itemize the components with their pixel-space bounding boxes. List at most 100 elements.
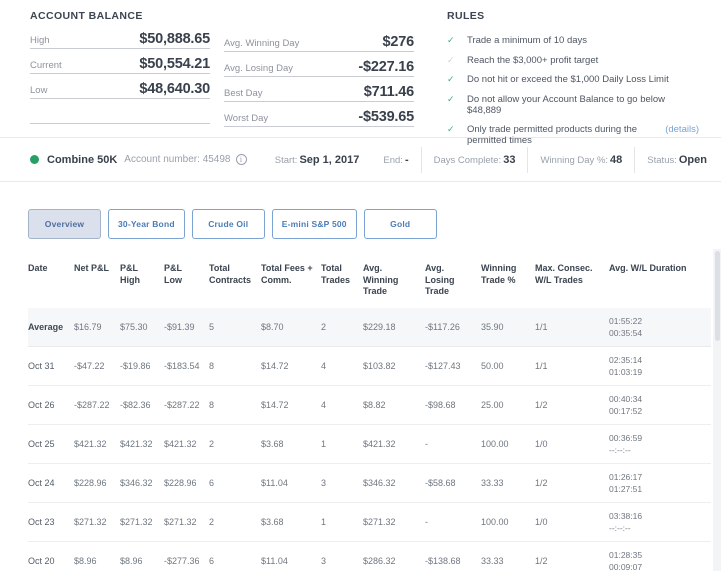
rule-text: Do not hit or exceed the $1,000 Daily Lo… xyxy=(467,74,669,85)
cell-pnl_high: $271.32 xyxy=(120,517,164,527)
scrollbar-thumb[interactable] xyxy=(715,251,720,341)
cell-pnl_high: -$82.36 xyxy=(120,400,164,410)
cell-pnl_high: $346.32 xyxy=(120,478,164,488)
account-number: Account number: 45498 xyxy=(124,154,230,165)
cell-win_pct: 50.00 xyxy=(481,361,535,371)
account-number-value: 45498 xyxy=(203,154,231,165)
table-body: Average$16.79$75.30-$91.395$8.702$229.18… xyxy=(28,308,711,571)
cell-contracts: 6 xyxy=(209,556,261,566)
cell-contracts: 5 xyxy=(209,322,261,332)
duration-win: 00:36:59 xyxy=(609,432,695,444)
bar-stat: Winning Day %:48 xyxy=(540,154,622,166)
column-header: Date xyxy=(28,263,74,298)
checkmark-icon: ✓ xyxy=(447,94,467,105)
cell-win_pct: 100.00 xyxy=(481,517,535,527)
tab-overview[interactable]: Overview xyxy=(28,209,101,239)
cell-avg_win: $421.32 xyxy=(363,439,425,449)
cell-pnl_high: -$19.86 xyxy=(120,361,164,371)
tab-gold[interactable]: Gold xyxy=(364,209,437,239)
cell-trades: 3 xyxy=(321,556,363,566)
stat-value: $711.46 xyxy=(364,84,414,100)
info-icon[interactable]: i xyxy=(236,154,247,165)
stat-value: $48,640.30 xyxy=(139,81,210,97)
cell-pnl_low: $271.32 xyxy=(164,517,209,527)
tab-30-year-bond[interactable]: 30-Year Bond xyxy=(108,209,185,239)
cell-avg_loss: -$127.43 xyxy=(425,361,481,371)
cell-fees: $11.04 xyxy=(261,478,321,488)
column-header: Avg. Losing Trade xyxy=(425,263,481,298)
account-status-dot xyxy=(30,155,39,164)
duration-win: 00:40:34 xyxy=(609,393,695,405)
balance-stat-row: Current$50,554.21 xyxy=(30,49,210,74)
column-header: P&L High xyxy=(120,263,164,298)
column-header: Avg. Winning Trade xyxy=(363,263,425,298)
cell-duration: 03:38:16--:--:-- xyxy=(609,510,703,535)
cell-avg_win: $103.82 xyxy=(363,361,425,371)
details-link[interactable]: (details) xyxy=(665,124,699,135)
cell-date: Oct 20 xyxy=(28,556,74,566)
duration-win: 01:55:22 xyxy=(609,315,695,327)
scrollbar-track[interactable] xyxy=(713,249,721,571)
cell-net_pnl: $228.96 xyxy=(74,478,120,488)
duration-loss: 01:03:19 xyxy=(609,366,695,378)
checkmark-icon: ✓ xyxy=(447,55,467,66)
cell-trades: 1 xyxy=(321,439,363,449)
cell-fees: $8.70 xyxy=(261,322,321,332)
cell-date: Average xyxy=(28,322,74,332)
cell-avg_win: $8.82 xyxy=(363,400,425,410)
cell-avg_loss: -$58.68 xyxy=(425,478,481,488)
daily-stats-table: DateNet P&LP&L HighP&L LowTotal Contract… xyxy=(28,251,711,571)
duration-loss: 00:35:54 xyxy=(609,327,695,339)
rule-text: Do not allow your Account Balance to go … xyxy=(467,94,699,116)
bar-stat: Days Complete:33 xyxy=(434,154,516,166)
column-header: P&L Low xyxy=(164,263,209,298)
rule-item: ✓Trade a minimum of 10 days xyxy=(447,35,699,46)
cell-pnl_low: $421.32 xyxy=(164,439,209,449)
cell-net_pnl: -$287.22 xyxy=(74,400,120,410)
stat-label: Best Day xyxy=(224,88,263,99)
bar-stat: Start:Sep 1, 2017 xyxy=(275,154,360,166)
cell-fees: $3.68 xyxy=(261,439,321,449)
tab-e-mini-s-p-500[interactable]: E-mini S&P 500 xyxy=(272,209,357,239)
bar-stat: End:- xyxy=(383,154,408,166)
column-header: Total Trades xyxy=(321,263,363,298)
bar-stat-value: - xyxy=(405,154,409,166)
cell-pnl_high: $8.96 xyxy=(120,556,164,566)
column-header: Total Contracts xyxy=(209,263,261,298)
stat-label: High xyxy=(30,35,50,46)
stat-value: -$227.16 xyxy=(358,59,414,75)
rule-item: ✓Only trade permitted products during th… xyxy=(447,124,699,146)
column-header: Net P&L xyxy=(74,263,120,298)
cell-avg_loss: -$138.68 xyxy=(425,556,481,566)
day-stats-rows: Avg. Winning Day$276Avg. Losing Day-$227… xyxy=(224,27,414,127)
column-header: Winning Trade % xyxy=(481,263,535,298)
cell-trades: 2 xyxy=(321,322,363,332)
account-number-label: Account number: xyxy=(124,154,200,165)
cell-contracts: 8 xyxy=(209,400,261,410)
rules-title: RULES xyxy=(447,10,699,22)
tab-crude-oil[interactable]: Crude Oil xyxy=(192,209,265,239)
cell-consec: 1/1 xyxy=(535,322,609,332)
table-row: Oct 31-$47.22-$19.86-$183.548$14.724$103… xyxy=(28,347,711,386)
bar-stat-value: Open xyxy=(679,154,707,166)
cell-win_pct: 25.00 xyxy=(481,400,535,410)
column-header: Avg. W/L Duration xyxy=(609,263,703,298)
cell-trades: 1 xyxy=(321,517,363,527)
account-bar-stats: Start:Sep 1, 2017 End:- Days Complete:33 Wi… xyxy=(275,147,707,173)
bar-separator xyxy=(527,147,528,173)
stat-value: $50,888.65 xyxy=(139,31,210,47)
cell-date: Oct 25 xyxy=(28,439,74,449)
rule-text: Only trade permitted products during the… xyxy=(467,124,662,146)
table-row: Oct 26-$287.22-$82.36-$287.228$14.724$8.… xyxy=(28,386,711,425)
trading-dashboard: ACCOUNT BALANCE High$50,888.65Current$50… xyxy=(0,0,721,571)
cell-pnl_low: -$287.22 xyxy=(164,400,209,410)
duration-win: 02:35:14 xyxy=(609,354,695,366)
day-stat-row: Avg. Winning Day$276 xyxy=(224,27,414,52)
stat-value: -$539.65 xyxy=(358,109,414,125)
bar-stat-value: 33 xyxy=(503,154,515,166)
duration-loss: 00:09:07 xyxy=(609,561,695,571)
cell-date: Oct 24 xyxy=(28,478,74,488)
account-balance-panel: ACCOUNT BALANCE High$50,888.65Current$50… xyxy=(30,10,210,137)
cell-trades: 4 xyxy=(321,400,363,410)
cell-duration: 01:55:2200:35:54 xyxy=(609,315,703,340)
